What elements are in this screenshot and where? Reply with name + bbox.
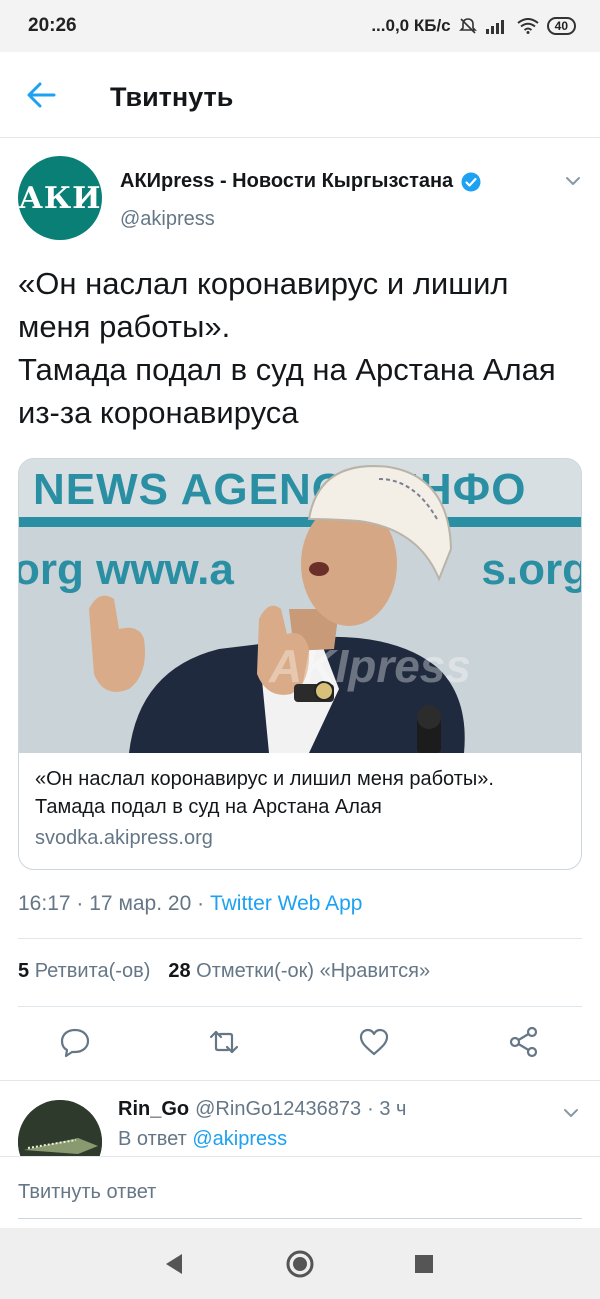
reply-author-handle[interactable]: @RinGo12436873 [195,1098,361,1121]
meta-separator: · [197,892,205,915]
recents-nav-icon[interactable] [408,1248,440,1280]
android-nav-bar [0,1228,600,1299]
divider [0,1080,600,1081]
retweets-label: Ретвита(-ов) [34,960,151,982]
tweet-author: АКИ АКИpress - Новости Кыргызстана @akip… [18,156,582,246]
chevron-down-icon[interactable] [562,1104,580,1122]
reply-author: Rin_Go @RinGo12436873 · 3 ч [118,1098,406,1121]
verified-badge-icon [461,172,481,191]
reply-tweet[interactable]: Rin_Go @RinGo12436873 · 3 ч В ответ @aki… [18,1096,582,1156]
reply-icon[interactable] [59,1026,91,1058]
wifi-icon [517,18,539,34]
battery-icon: 40 [546,17,576,35]
retweets-stat[interactable]: 5 Ретвита(-ов) [18,960,150,983]
back-nav-icon[interactable] [158,1248,190,1280]
likes-count: 28 [168,960,191,982]
card-image: NEWS AGENCY ИНФО org www.a s.org AKIpres… [19,459,581,753]
likes-stat[interactable]: 28 Отметки(-ок) «Нравится» [168,960,430,983]
tweet-time: 16:17 [18,892,71,915]
retweets-count: 5 [18,960,30,982]
reply-prefix: В ответ [118,1128,187,1150]
tweet-source-link[interactable]: Twitter Web App [210,892,363,915]
reply-to-link[interactable]: @akipress [192,1128,287,1150]
like-heart-icon[interactable] [358,1026,390,1058]
signal-icon [485,20,504,34]
retweet-icon[interactable] [208,1026,240,1058]
back-arrow-icon[interactable] [26,80,58,110]
author-display-name: АКИpress - Новости Кыргызстана [120,170,454,192]
reply-age: · 3 ч [367,1098,407,1120]
reply-composer [0,1156,600,1228]
tweet-text: «Он наслал коронавирус и лишил меня рабо… [18,266,556,430]
card-domain: svodka.akipress.org [35,827,213,849]
likes-label: Отметки(-ок) «Нравится» [196,960,431,982]
divider [18,1006,582,1007]
card-body: «Он наслал коронавирус и лишил меня рабо… [19,753,581,865]
tweet-meta: 16:17 · 17 мар. 20 · Twitter Web App [18,892,363,916]
divider [18,938,582,939]
card-title: «Он наслал коронавирус и лишил меня рабо… [35,768,494,818]
avatar-text: АКИ [18,180,102,216]
reply-author-name[interactable]: Rin_Go [118,1098,189,1121]
home-nav-icon[interactable] [284,1248,316,1280]
network-speed: ...0,0 КБ/с [371,16,451,35]
status-bar: 20:26 ...0,0 КБ/с 40 [0,0,600,52]
avatar[interactable]: АКИ [18,156,102,240]
status-icons: ...0,0 КБ/с 40 [371,16,576,36]
author-handle[interactable]: @akipress [120,208,215,231]
watermark: AKIpress [269,640,471,692]
reply-context: В ответ @akipress [118,1128,287,1151]
link-card[interactable]: NEWS AGENCY ИНФО org www.a s.org AKIpres… [18,458,582,870]
reply-input[interactable] [18,1167,582,1219]
tweet-actions [0,1022,600,1072]
author-name[interactable]: АКИpress - Новости Кыргызстана [120,170,481,193]
top-app-bar: Твитнуть [0,52,600,138]
share-icon[interactable] [508,1026,540,1058]
status-time: 20:26 [28,15,77,36]
tweet-stats: 5 Ретвита(-ов) 28 Отметки(-ок) «Нравится… [18,960,430,983]
avatar[interactable] [18,1100,102,1156]
person-photo [89,465,465,753]
page-title: Твитнуть [110,82,234,112]
meta-separator: · [76,892,84,915]
chevron-down-icon[interactable] [564,172,582,190]
crocodile-image [18,1100,102,1156]
tweet-date: 17 мар. 20 [89,892,192,915]
mute-icon [458,18,477,34]
